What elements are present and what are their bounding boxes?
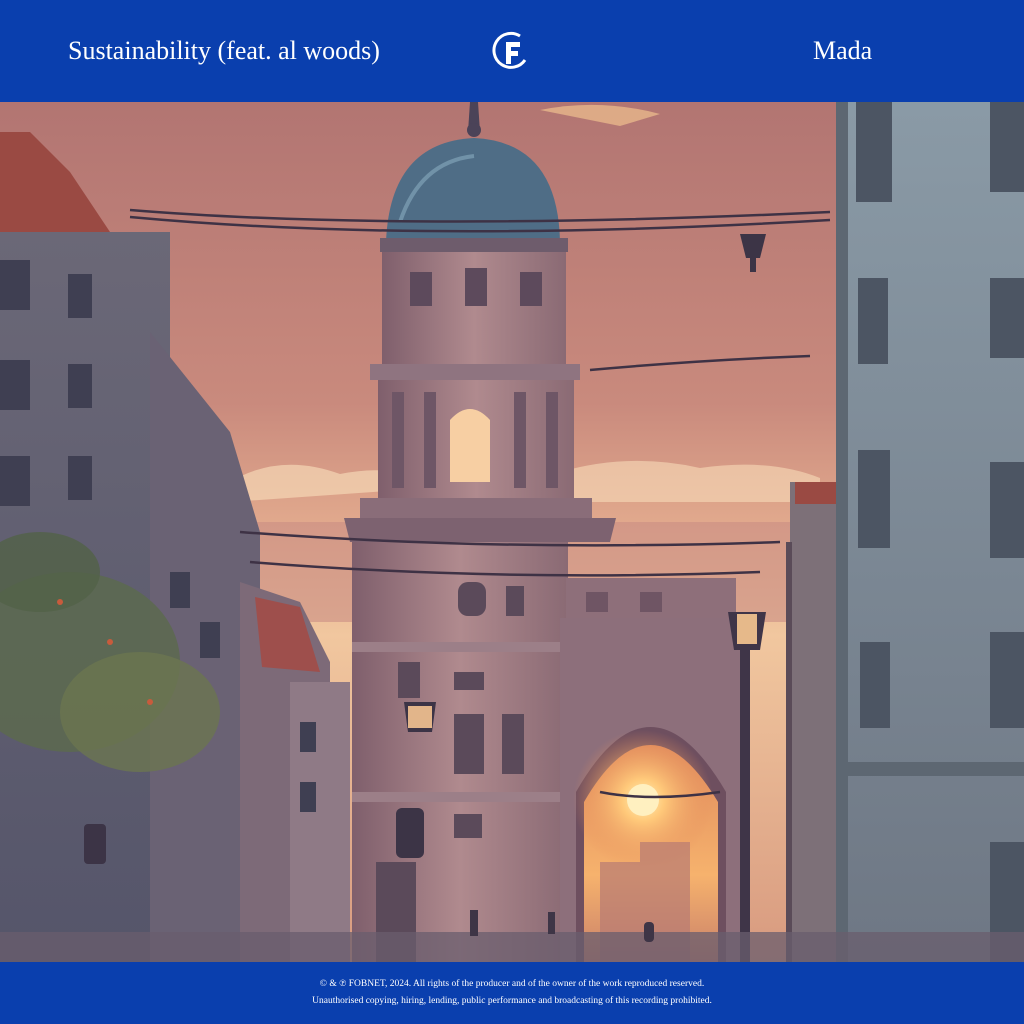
fobnet-f-logo-icon: [490, 30, 532, 72]
legal-notice-line: Unauthorised copying, hiring, lending, p…: [312, 996, 712, 1006]
copyright-line: © & ℗ FOBNET, 2024. All rights of the pr…: [319, 979, 705, 989]
album-cover: Sustainability (feat. al woods) Mada © &…: [0, 0, 1024, 1024]
header-bar: Sustainability (feat. al woods) Mada: [0, 0, 1024, 102]
footer-bar: © & ℗ FOBNET, 2024. All rights of the pr…: [0, 962, 1024, 1024]
track-title: Sustainability (feat. al woods): [68, 36, 380, 65]
cover-artwork: [0, 102, 1024, 962]
artist-name: Mada: [813, 36, 873, 65]
